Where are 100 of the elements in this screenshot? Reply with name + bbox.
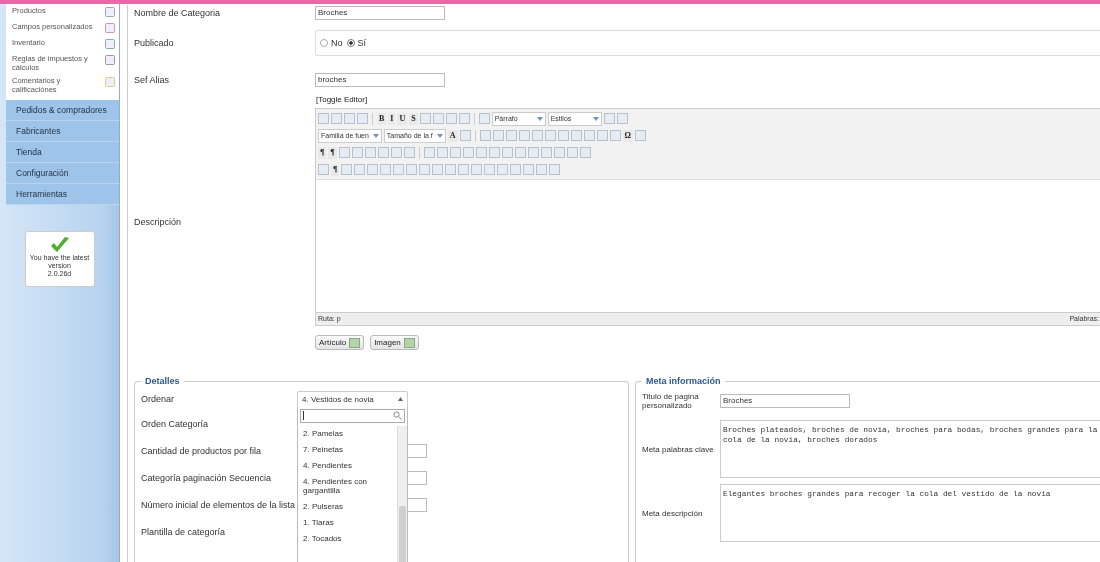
toolbar-icon[interactable] [566,147,578,158]
toolbar-icon[interactable] [432,164,444,175]
toolbar-icon[interactable] [514,147,526,158]
toolbar-icon[interactable] [341,164,353,175]
toolbar-icon[interactable] [583,130,595,141]
toolbar-icon[interactable] [553,147,565,158]
menu-item[interactable]: Fabricantes [6,121,119,142]
toolbar-icon[interactable] [505,130,517,141]
toolbar-icon[interactable] [436,147,448,158]
format-button[interactable]: U [397,112,408,125]
toolbar-icon[interactable] [357,113,368,124]
toolbar-icon[interactable] [380,164,392,175]
format-button[interactable]: ¶ [328,146,337,159]
scrollbar-thumb[interactable] [399,505,406,562]
radio-button[interactable] [346,39,355,47]
toolbar-icon[interactable] [488,147,500,158]
dropdown-option[interactable]: 4. Pendientes con gargantilla [303,473,397,499]
toolbar-icon[interactable] [544,130,556,141]
toolbar-icon[interactable] [364,147,376,158]
toolbar-icon[interactable] [609,130,621,141]
toolbar-icon[interactable] [471,164,483,175]
toolbar-icon[interactable] [445,164,457,175]
toolbar-icon[interactable] [318,113,329,124]
field-label: Número inicial de elementos de la lista [141,499,297,510]
input-field[interactable]: broches [315,73,445,87]
toolbar-icon[interactable] [518,130,530,141]
radio-label: No [331,38,343,48]
toolbar-icon[interactable] [616,113,628,124]
format-button[interactable]: A [447,129,458,142]
format-button[interactable]: S [409,112,418,125]
field-label: Descripción [134,217,183,227]
toolbar-icon[interactable] [603,113,615,124]
toolbar-icon[interactable] [579,147,591,158]
toolbar-icon[interactable] [536,164,548,175]
toolbar-icon[interactable] [549,164,561,175]
toolbar-icon[interactable] [458,113,470,124]
dropdown-option[interactable]: 2. Pamelas [303,425,397,442]
dropdown-option[interactable]: 2. Pulseras [303,498,397,515]
toolbar-icon[interactable] [634,130,646,141]
input-field[interactable]: Broches [720,394,850,408]
toolbar-icon[interactable] [531,130,543,141]
toolbar-icon[interactable] [403,147,415,158]
toolbar-icon[interactable] [331,113,342,124]
caret-icon [398,397,403,401]
toolbar-icon[interactable] [344,113,355,124]
format-button[interactable]: B [377,112,387,125]
toolbar-icon[interactable] [393,164,405,175]
search-field[interactable] [300,408,405,423]
dropdown-option[interactable]: 4. Pendientes [303,457,397,474]
toolbar-icon[interactable] [338,147,350,158]
toolbar-icon[interactable] [492,130,504,141]
toolbar-icon[interactable] [318,164,329,175]
toolbar-icon[interactable] [406,164,418,175]
toolbar-icon[interactable] [501,147,513,158]
toolbar-icon[interactable] [377,147,389,158]
toolbar-icon[interactable] [540,147,552,158]
toolbar-icon[interactable] [557,130,569,141]
toolbar-icon[interactable] [419,113,431,124]
toolbar-icon[interactable] [484,164,496,175]
toolbar-icon[interactable] [459,130,471,141]
field-label: Nombre de Categoria [134,8,222,18]
format-button[interactable]: I [388,112,396,125]
toolbar-icon[interactable] [390,147,402,158]
menu-item[interactable]: Herramientas [6,184,119,205]
dropdown-option[interactable]: 7. Peinetas [303,441,397,458]
toolbar-icon[interactable] [354,164,366,175]
toolbar-icon[interactable] [458,164,470,175]
menu-item[interactable]: Pedidos & compradores [6,100,119,121]
toolbar-icon[interactable] [523,164,535,175]
toolbar-icon[interactable] [367,164,379,175]
format-button[interactable]: ¶ [331,163,340,176]
insert-button[interactable]: Artículo [315,335,365,350]
toolbar-icon[interactable] [596,130,608,141]
toolbar-icon[interactable] [497,164,509,175]
menu-item[interactable]: Tienda [6,142,119,163]
toolbar-icon[interactable] [432,113,444,124]
insert-button[interactable]: Imagen [370,335,419,350]
toolbar-icon[interactable] [510,164,522,175]
toolbar-icon[interactable] [570,130,582,141]
format-button[interactable]: ¶ [318,146,327,159]
toolbar-icon[interactable] [475,147,487,158]
dropdown[interactable]: 4. Vestidos de novia [297,390,408,408]
toolbar-icon[interactable] [419,164,431,175]
toolbar-icon[interactable] [445,113,457,124]
radio-button[interactable] [320,39,328,47]
dropdown-option[interactable]: 1. Tiaras [303,514,397,531]
input-field[interactable]: Broches [315,6,445,20]
toolbar-icon[interactable] [462,147,474,158]
toggle-editor-link[interactable]: [Toggle Editor] [316,95,368,104]
field-label: Meta descripción [642,508,704,518]
toolbar-icon[interactable] [423,147,435,158]
toolbar-icon[interactable] [479,130,491,141]
toolbar-icon[interactable] [449,147,461,158]
format-button[interactable]: Ω [622,129,633,142]
caret-icon [372,133,379,138]
toolbar-icon[interactable] [478,113,490,124]
toolbar-icon[interactable] [527,147,539,158]
dropdown-option[interactable]: 2. Tocados [303,530,397,547]
menu-item[interactable]: Configuración [6,163,119,184]
toolbar-icon[interactable] [351,147,363,158]
